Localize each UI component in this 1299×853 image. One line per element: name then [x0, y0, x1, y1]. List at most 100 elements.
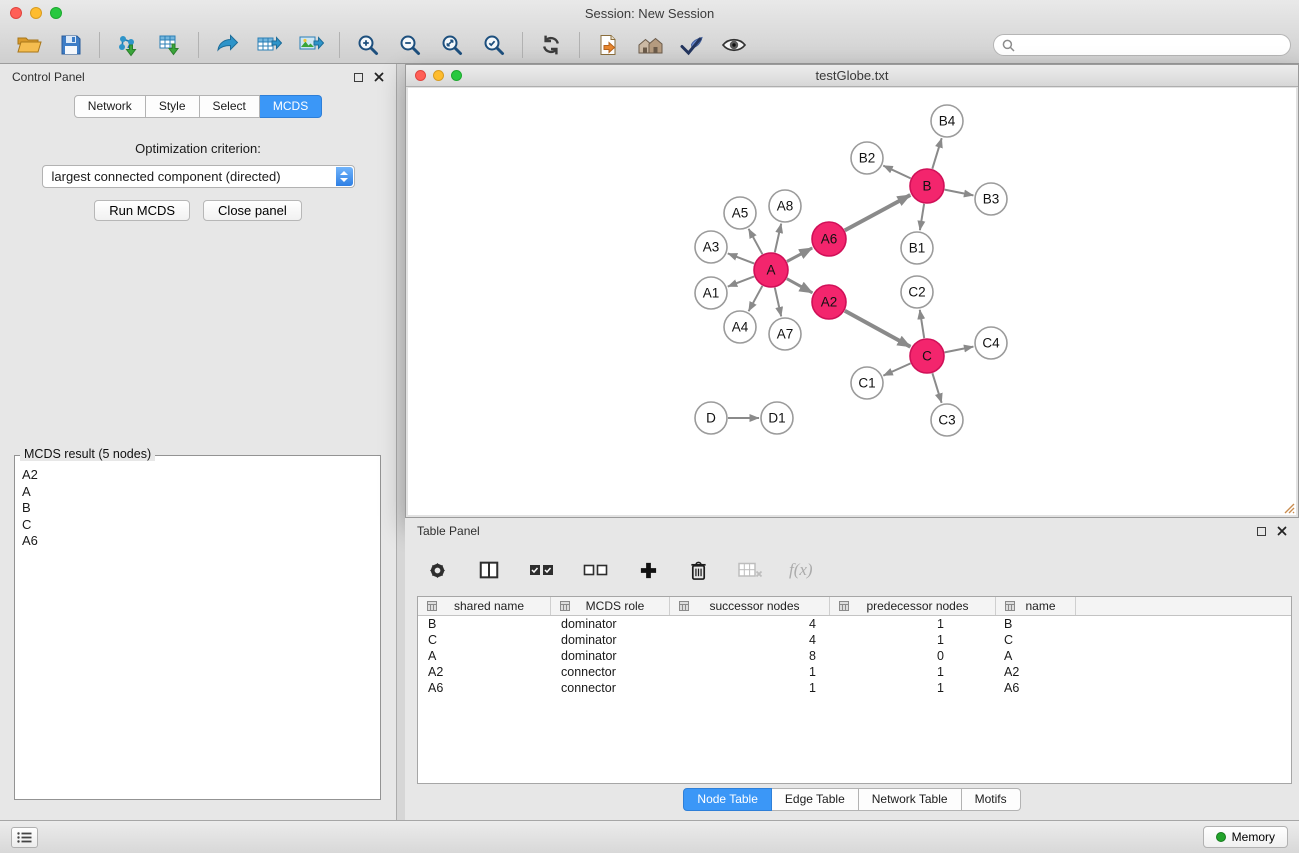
table-cell[interactable]: 1: [830, 664, 996, 680]
graph-node-B4[interactable]: B4: [931, 105, 963, 137]
graph-edge-A-A2[interactable]: [787, 279, 813, 293]
graph-edge-A6-B[interactable]: [845, 195, 911, 230]
maximize-window-button[interactable]: [50, 7, 62, 19]
mcds-result-item[interactable]: B: [22, 500, 373, 517]
select-all-button[interactable]: [527, 554, 557, 586]
table-cell[interactable]: connector: [551, 680, 670, 696]
table-cell[interactable]: B: [996, 616, 1076, 632]
column-header-name[interactable]: name: [996, 597, 1076, 615]
graph-edge-B-B3[interactable]: [945, 190, 974, 196]
graph-node-A4[interactable]: A4: [724, 311, 756, 343]
graph-edge-A-A1[interactable]: [728, 276, 754, 286]
table-cell[interactable]: 1: [830, 680, 996, 696]
table-cell[interactable]: connector: [551, 664, 670, 680]
minimize-network-window-button[interactable]: [433, 70, 444, 81]
graph-node-B3[interactable]: B3: [975, 183, 1007, 215]
unselect-all-button[interactable]: [581, 554, 611, 586]
table-cell[interactable]: dominator: [551, 648, 670, 664]
graph-node-A5[interactable]: A5: [724, 197, 756, 229]
tab-select[interactable]: Select: [200, 95, 260, 118]
graph-node-A3[interactable]: A3: [695, 231, 727, 263]
export-table-button[interactable]: [248, 29, 290, 61]
table-settings-button[interactable]: [423, 554, 451, 586]
tab-network[interactable]: Network: [74, 95, 146, 118]
resize-grip-icon[interactable]: [1281, 500, 1295, 514]
graph-node-A2[interactable]: A2: [812, 285, 846, 319]
delete-rows-button[interactable]: [685, 554, 711, 586]
tab-edge-table[interactable]: Edge Table: [772, 788, 859, 811]
graph-node-C1[interactable]: C1: [851, 367, 883, 399]
show-columns-button[interactable]: [475, 554, 503, 586]
table-cell[interactable]: 1: [830, 632, 996, 648]
search-box[interactable]: [993, 34, 1291, 56]
graph-edge-C-C2[interactable]: [920, 310, 924, 338]
tab-motifs[interactable]: Motifs: [962, 788, 1021, 811]
graph-node-D1[interactable]: D1: [761, 402, 793, 434]
home-button[interactable]: [629, 29, 671, 61]
graph-edge-A-A8[interactable]: [775, 224, 781, 253]
optimization-criterion-select[interactable]: largest connected component (directed): [42, 165, 355, 188]
close-table-panel-icon[interactable]: [1277, 526, 1287, 536]
close-panel-button[interactable]: Close panel: [203, 200, 302, 221]
table-cell[interactable]: 8: [670, 648, 830, 664]
save-session-button[interactable]: [50, 29, 92, 61]
mcds-result-item[interactable]: A: [22, 484, 373, 501]
close-network-window-button[interactable]: [415, 70, 426, 81]
table-cell[interactable]: 4: [670, 616, 830, 632]
network-canvas[interactable]: B4B2BB3A8A5A6B1A3AC2A1A2A4A7C4CC1C3DD1: [408, 88, 1296, 515]
function-builder-button[interactable]: f(x): [789, 560, 813, 580]
graph-edge-C-C1[interactable]: [883, 363, 910, 375]
table-row[interactable]: A6connector11A6: [418, 680, 1291, 696]
status-list-button[interactable]: [11, 827, 38, 848]
apply-style-button[interactable]: [671, 29, 713, 61]
mcds-result-item[interactable]: A6: [22, 533, 373, 550]
column-header-MCDS-role[interactable]: MCDS role: [551, 597, 670, 615]
table-cell[interactable]: dominator: [551, 632, 670, 648]
close-panel-icon[interactable]: [374, 72, 384, 82]
graph-edge-C-C4[interactable]: [945, 347, 974, 353]
close-window-button[interactable]: [10, 7, 22, 19]
refresh-view-button[interactable]: [530, 29, 572, 61]
column-header-shared-name[interactable]: shared name: [418, 597, 551, 615]
tab-mcds[interactable]: MCDS: [260, 95, 322, 118]
export-image-button[interactable]: [290, 29, 332, 61]
table-cell[interactable]: 4: [670, 632, 830, 648]
table-cell[interactable]: A6: [996, 680, 1076, 696]
graph-node-A[interactable]: A: [754, 253, 788, 287]
show-graphics-details-button[interactable]: [713, 29, 755, 61]
table-row[interactable]: Bdominator41B: [418, 616, 1291, 632]
maximize-network-window-button[interactable]: [451, 70, 462, 81]
column-header-successor-nodes[interactable]: successor nodes: [670, 597, 830, 615]
graph-edge-A-A7[interactable]: [775, 288, 781, 317]
minimize-window-button[interactable]: [30, 7, 42, 19]
delete-columns-button[interactable]: [735, 554, 765, 586]
add-row-button[interactable]: [635, 554, 661, 586]
table-row[interactable]: Adominator80A: [418, 648, 1291, 664]
graph-node-C2[interactable]: C2: [901, 276, 933, 308]
table-row[interactable]: Cdominator41C: [418, 632, 1291, 648]
graph-node-A1[interactable]: A1: [695, 277, 727, 309]
graph-edge-B-B4[interactable]: [932, 138, 941, 169]
table-cell[interactable]: A: [418, 648, 551, 664]
graph-node-D[interactable]: D: [695, 402, 727, 434]
float-panel-icon[interactable]: [354, 73, 363, 82]
table-cell[interactable]: 1: [830, 616, 996, 632]
table-cell[interactable]: 0: [830, 648, 996, 664]
tab-style[interactable]: Style: [146, 95, 200, 118]
mcds-result-item[interactable]: A2: [22, 467, 373, 484]
graph-node-B1[interactable]: B1: [901, 232, 933, 264]
table-cell[interactable]: 1: [670, 680, 830, 696]
float-table-panel-icon[interactable]: [1257, 527, 1266, 536]
memory-button[interactable]: Memory: [1203, 826, 1288, 848]
table-cell[interactable]: B: [418, 616, 551, 632]
graph-node-B[interactable]: B: [910, 169, 944, 203]
graph-node-C4[interactable]: C4: [975, 327, 1007, 359]
zoom-fit-button[interactable]: [431, 29, 473, 61]
tab-network-table[interactable]: Network Table: [859, 788, 962, 811]
tab-node-table[interactable]: Node Table: [683, 788, 772, 811]
export-network-button[interactable]: [206, 29, 248, 61]
table-cell[interactable]: A6: [418, 680, 551, 696]
document-with-arrow-button[interactable]: [587, 29, 629, 61]
table-cell[interactable]: A2: [418, 664, 551, 680]
table-cell[interactable]: C: [418, 632, 551, 648]
